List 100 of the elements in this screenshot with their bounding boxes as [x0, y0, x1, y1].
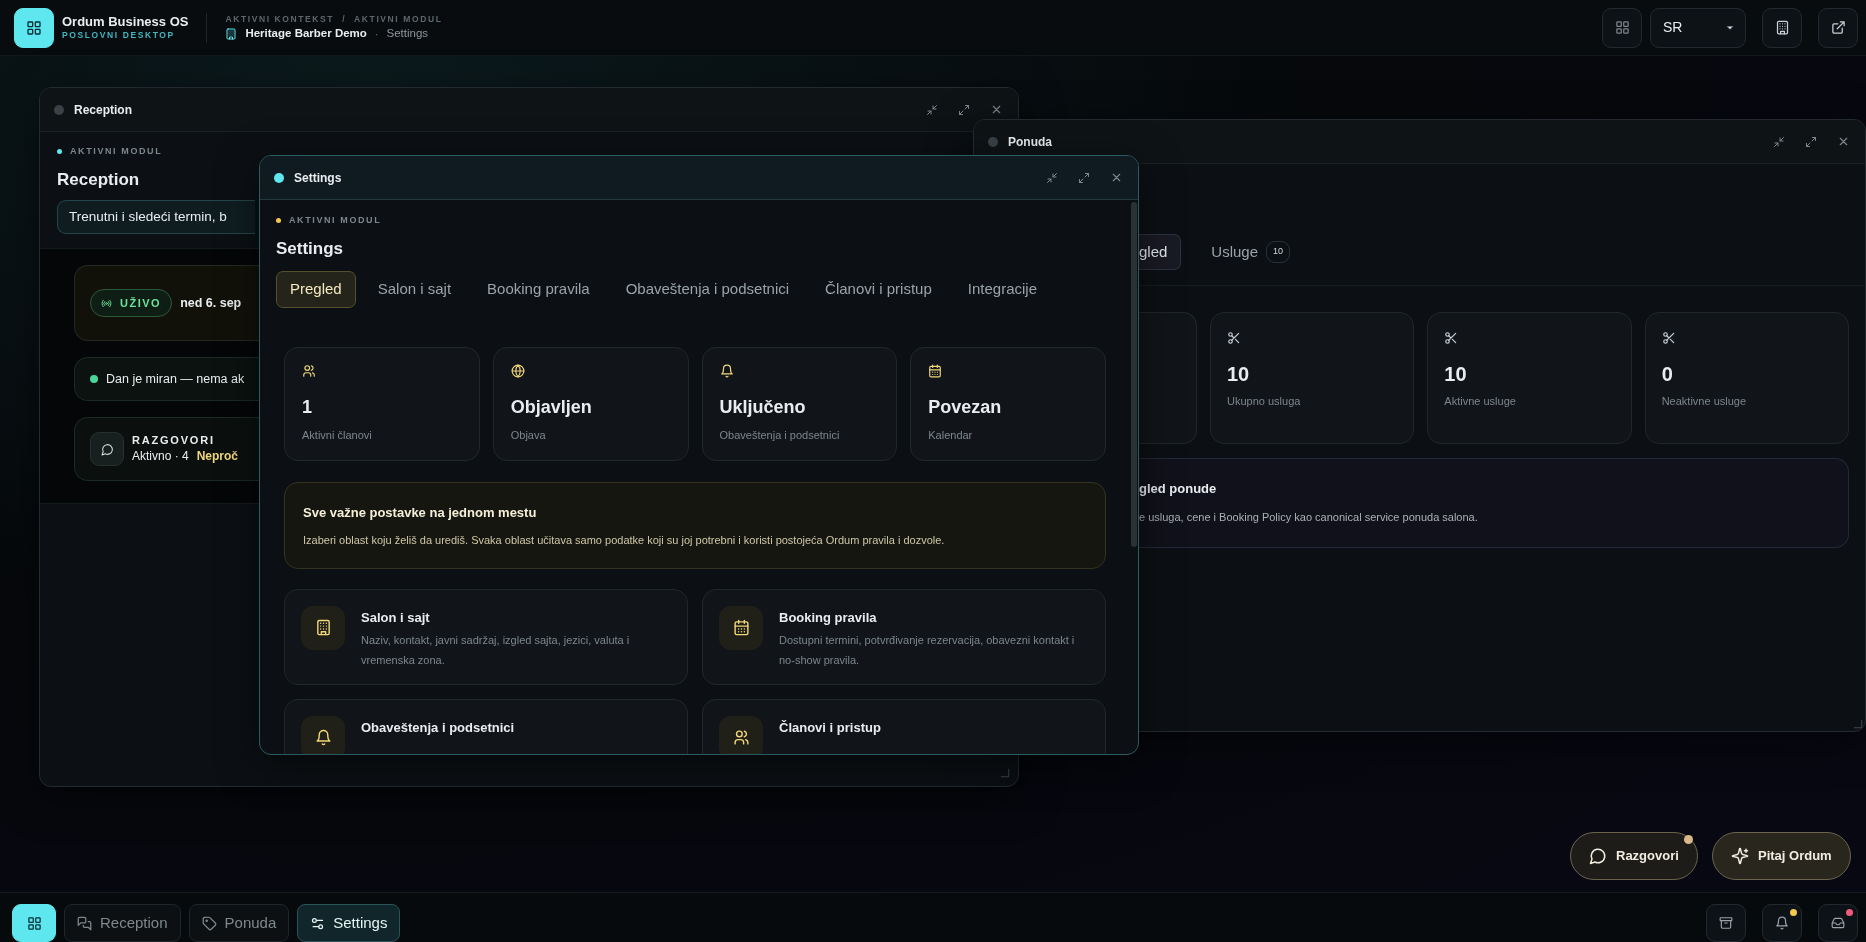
bell-icon — [1775, 916, 1789, 930]
live-badge: UŽIVO — [90, 289, 173, 317]
chat-icon — [77, 915, 92, 931]
module-heading: Settings — [276, 238, 344, 258]
stat-label: Aktivne usluge — [1444, 394, 1517, 409]
archive-icon — [1719, 916, 1733, 930]
settings-section-card[interactable]: Obaveštenja i podsetnici — [284, 698, 688, 754]
overview-title: gled ponude — [1139, 481, 1217, 496]
status-dot — [57, 149, 62, 155]
overview-text: e usluga, cene i Booking Policy kao canonical service ponuda salona. — [1139, 510, 1478, 523]
module-label: AKTIVNI MODUL — [354, 12, 443, 26]
stat-value: 10 — [1227, 362, 1251, 387]
users-icon — [302, 363, 316, 378]
stat-label: Neaktivne usluge — [1661, 394, 1748, 409]
bell-icon — [719, 363, 734, 378]
section-description: Dostupni termini, potvrđivanje rezervacija, obavezni kontakt i no-show pravila. — [779, 633, 1076, 668]
open-external-button[interactable] — [1818, 7, 1858, 48]
section-title: Salon i sajt — [361, 608, 431, 627]
tab[interactable]: gled — [1139, 233, 1182, 271]
stat-label: Kalendar — [928, 427, 974, 443]
section-eyebrow: AKTIVNI MODUL — [289, 214, 382, 227]
resize-handle-icon — [1000, 768, 1010, 778]
breadcrumb-separator: / — [342, 12, 347, 26]
stat-value: 0 — [1661, 362, 1674, 387]
tab[interactable]: Salon i sajt — [363, 271, 466, 308]
live-date: ned 6. sep — [180, 294, 242, 312]
external-link-icon — [1830, 20, 1846, 35]
home-button[interactable] — [14, 7, 54, 48]
inbox-icon — [1831, 916, 1845, 930]
stat-label: Obaveštenja i podsetnici — [719, 427, 841, 443]
notifications-button[interactable] — [1762, 904, 1802, 942]
status-dot — [276, 218, 281, 224]
separator-dot: · — [374, 26, 379, 42]
chat-icon — [1589, 847, 1607, 865]
minimize-icon — [1773, 135, 1785, 148]
calendar-icon — [732, 619, 750, 636]
conversations-button[interactable]: Razgovori — [1570, 832, 1698, 880]
stat-value: Objavljen — [510, 395, 593, 419]
tab[interactable]: Usluge 10 — [1197, 233, 1305, 271]
scrollbar[interactable] — [1131, 202, 1137, 547]
section-description: Naziv, kontakt, javni sadržaj, izgled sajta, jezici, valuta i vremenska zona. — [361, 633, 631, 668]
unread-count: Neproč — [196, 448, 239, 466]
sparkle-icon — [1731, 847, 1749, 865]
minimize-icon — [926, 103, 938, 116]
grid-icon — [1614, 20, 1630, 35]
globe-icon — [510, 363, 525, 378]
sliders-icon — [310, 915, 326, 931]
conversations-title: RAZGOVORI — [132, 432, 216, 448]
settings-section-card[interactable]: Salon i sajt Naziv, kontakt, javni sadržaj, izgled sajta, jezici, valuta i vremenska zona. — [284, 588, 688, 685]
bell-icon — [314, 729, 332, 746]
taskbar-item[interactable]: Reception — [64, 904, 181, 942]
taskbar-item[interactable]: Ponuda — [188, 904, 290, 942]
tab[interactable]: Booking pravila — [473, 271, 604, 308]
building-icon — [314, 619, 332, 636]
stat-label: Ukupno usluga — [1227, 394, 1302, 409]
broadcast-icon — [101, 297, 112, 309]
minimize-icon — [1046, 171, 1058, 184]
archive-button[interactable] — [1706, 904, 1746, 942]
section-title: Obaveštenja i podsetnici — [361, 718, 515, 737]
count-badge: 10 — [1266, 241, 1291, 263]
tab[interactable]: Obaveštenja i podsetnici — [611, 271, 804, 308]
status-text: Dan je miran — nema ak — [106, 370, 245, 388]
info-text: Izaberi oblast koju želiš da urediš. Svaka oblast učitava samo podatke koji su joj potrebni i koristi postojeća Ordum pravila i dozvole. — [303, 534, 945, 546]
tab[interactable]: Pregled — [276, 271, 356, 308]
settings-section-card[interactable]: Booking pravila Dostupni termini, potvrđivanje rezervacija, obavezni kontakt i no-show pravila. — [702, 588, 1106, 685]
chat-icon — [100, 442, 114, 456]
ask-assistant-button[interactable]: Pitaj Ordum — [1712, 832, 1851, 880]
inbox-button[interactable] — [1818, 904, 1858, 942]
window-title: Ponuda — [1008, 133, 1052, 151]
maximize-icon — [958, 103, 970, 116]
window-title: Settings — [294, 169, 342, 187]
taskbar-item[interactable]: Settings — [297, 904, 401, 942]
stat-value: 1 — [302, 395, 313, 419]
active-module: Settings — [386, 26, 429, 42]
maximize-icon — [1078, 171, 1090, 184]
section-title: Članovi i pristup — [779, 718, 881, 737]
stat-label: Objava — [510, 427, 547, 443]
tab[interactable]: Članovi i pristup — [811, 271, 946, 308]
settings-section-card[interactable]: Članovi i pristup — [702, 698, 1106, 754]
scissors-icon — [1661, 331, 1676, 345]
app-subtitle: POSLOVNI DESKTOP — [62, 30, 176, 41]
home-button[interactable] — [12, 904, 56, 942]
section-title: Booking pravila — [779, 608, 878, 627]
scissors-icon — [1227, 331, 1241, 345]
context-label: AKTIVNI KONTEKST — [225, 12, 335, 26]
tag-icon — [201, 915, 217, 931]
stat-value: Uključeno — [719, 395, 807, 419]
module-heading: Reception — [57, 169, 140, 189]
app-name: Ordum Business OS — [62, 14, 189, 31]
stat-label: Aktivni članovi — [302, 427, 373, 443]
business-name: Heritage Barber Demo — [245, 26, 367, 42]
language-select[interactable]: SR — [1650, 7, 1746, 48]
users-icon — [732, 729, 750, 746]
apps-button[interactable] — [1602, 7, 1642, 48]
status-dot — [90, 375, 98, 383]
tab[interactable]: Integracije — [953, 271, 1051, 308]
calendar-icon — [928, 363, 943, 378]
business-button[interactable] — [1762, 7, 1802, 48]
window-title: Reception — [74, 101, 132, 119]
grid-icon — [26, 915, 42, 931]
